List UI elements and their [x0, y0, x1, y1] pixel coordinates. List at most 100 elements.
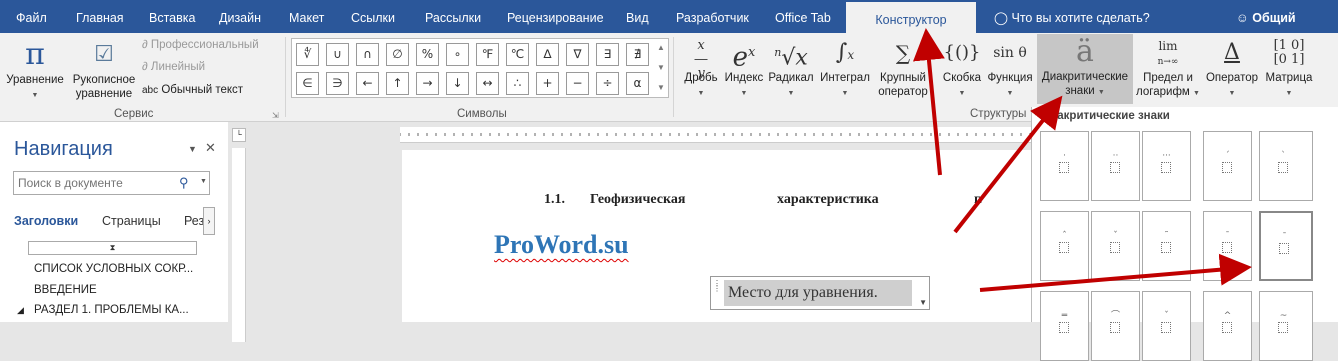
nav-tab-results[interactable]: Рез — [184, 214, 204, 228]
handwritten-equation-button[interactable]: ☑ Рукописное уравнение — [68, 37, 140, 101]
nav-search-box[interactable]: ⚲ ▼ — [13, 171, 210, 195]
symbol-button[interactable]: ↓ — [446, 72, 469, 95]
matrix-button[interactable]: [1 0] [0 1] Матрица ▼ — [1262, 35, 1316, 101]
tab-office-tab[interactable]: Office Tab — [775, 0, 831, 33]
accent-option[interactable]: ~ — [1259, 291, 1313, 361]
radical-button[interactable]: n√x Радикал ▼ — [766, 35, 816, 101]
more-icon[interactable]: ▼ — [657, 83, 665, 92]
nav-heading-item[interactable]: РАЗДЕЛ 1. ПРОБЛЕМЫ КА... — [34, 304, 189, 316]
equation-placeholder[interactable]: ⋮ ⋮ Место для уравнения. ▼ — [710, 276, 930, 310]
tab-file[interactable]: Файл — [16, 0, 47, 33]
tab-layout[interactable]: Макет — [289, 0, 324, 33]
symbol-button[interactable]: ↑ — [386, 72, 409, 95]
symbol-button[interactable]: ∇ — [566, 43, 589, 66]
symbol-button[interactable]: % — [416, 43, 439, 66]
accent-option[interactable]: ⌒ — [1091, 291, 1140, 361]
expand-triangle-icon[interactable]: ◢ — [17, 305, 24, 316]
symbol-button[interactable]: α — [626, 72, 649, 95]
bracket-button[interactable]: {()} Скобка ▼ — [938, 35, 986, 101]
symbol-button[interactable]: ∴ — [506, 72, 529, 95]
large-operator-button[interactable]: ∑ Крупный оператор — [874, 35, 932, 99]
symbol-button[interactable]: ∅ — [386, 43, 409, 66]
symbol-button[interactable]: ℉ — [476, 43, 499, 66]
drag-handle-icon[interactable]: ⋮ ⋮ — [713, 280, 721, 293]
accent-mark-icon: ═ — [1061, 311, 1068, 321]
accent-option[interactable]: ´ — [1203, 131, 1252, 201]
close-icon[interactable]: ✕ — [205, 140, 216, 156]
accent-option[interactable]: ··· — [1142, 131, 1191, 201]
symbol-button[interactable]: + — [536, 72, 559, 95]
tell-me-box[interactable]: ◯ Что вы хотите сделать? — [994, 0, 1150, 33]
brand-watermark: ProWord.su — [494, 230, 629, 259]
nav-tab-headings[interactable]: Заголовки — [14, 214, 78, 228]
symbol-button[interactable]: ∃ — [596, 43, 619, 66]
nav-tab-pages[interactable]: Страницы — [102, 214, 161, 228]
accent-button[interactable]: ä Диакритические знаки ▼ — [1037, 34, 1133, 104]
linear-button[interactable]: ∂ Линейный — [142, 61, 205, 73]
collapse-all-button[interactable]: ⧗ — [28, 241, 197, 255]
accent-option[interactable]: ═ — [1040, 291, 1089, 361]
heading-number: 1.1. — [544, 192, 565, 207]
symbol-button[interactable]: ← — [356, 72, 379, 95]
scroll-up-icon[interactable]: ▲ — [657, 43, 665, 52]
symbol-button[interactable]: ∈ — [296, 72, 319, 95]
chevron-down-icon[interactable]: ▼ — [919, 298, 927, 307]
fraction-button[interactable]: x ― y Дробь ▼ — [680, 35, 722, 101]
scroll-right-icon[interactable]: › — [203, 207, 215, 235]
symbol-button[interactable]: ÷ — [596, 72, 619, 95]
limit-log-button[interactable]: lim n→∞ Предел и логарифм ▼ — [1136, 35, 1200, 101]
accent-option[interactable]: · — [1040, 131, 1089, 201]
symbol-button[interactable]: → — [416, 72, 439, 95]
operator-button[interactable]: Δ Оператор ▼ — [1202, 35, 1262, 101]
group-label-symbols: Символы — [457, 108, 507, 120]
accent-option[interactable]: ^ — [1203, 291, 1252, 361]
accent-option[interactable]: ·· — [1091, 131, 1140, 201]
accent-option[interactable]: ˜ — [1142, 211, 1191, 281]
tab-mailings[interactable]: Рассылки — [425, 0, 481, 33]
function-button[interactable]: sin θ Функция ▼ — [984, 35, 1036, 101]
tab-selector[interactable]: └ — [232, 128, 246, 142]
symbol-button[interactable]: ℃ — [506, 43, 529, 66]
document-page[interactable]: 1.1. Геофизическая характеристика г. Pro… — [402, 150, 1031, 322]
accent-option[interactable]: ¯ — [1203, 211, 1252, 281]
symbol-button[interactable]: ∪ — [326, 43, 349, 66]
equation-button[interactable]: π Уравнение ▼ — [4, 37, 66, 103]
plain-text-button[interactable]: abc Обычный текст — [142, 84, 243, 96]
nav-heading-item[interactable]: ВВЕДЕНИЕ — [34, 284, 97, 296]
chevron-down-icon[interactable]: ▼ — [200, 178, 207, 185]
tab-view[interactable]: Вид — [626, 0, 649, 33]
symbol-button[interactable]: ∩ — [356, 43, 379, 66]
accent-option[interactable]: ˇ — [1091, 211, 1140, 281]
dialog-launcher-icon[interactable]: ⇲ — [272, 111, 279, 120]
symbol-button[interactable]: ∆ — [536, 43, 559, 66]
pane-options-icon[interactable]: ▼ — [188, 144, 197, 154]
symbol-button[interactable]: ∋ — [326, 72, 349, 95]
tab-review[interactable]: Рецензирование — [507, 0, 604, 33]
tab-home[interactable]: Главная — [76, 0, 124, 33]
equation-placeholder-text[interactable]: Место для уравнения. — [724, 280, 912, 306]
tab-constructor[interactable]: Конструктор — [846, 0, 976, 33]
chevron-down-icon: ▼ — [740, 90, 748, 97]
index-button[interactable]: ex Индекс ▼ — [722, 35, 766, 101]
symbol-button[interactable]: − — [566, 72, 589, 95]
symbol-button[interactable]: ∄ — [626, 43, 649, 66]
nav-search-input[interactable] — [18, 172, 168, 193]
symbol-button[interactable]: ∜ — [296, 43, 319, 66]
share-button[interactable]: ☺ Общий доступ — [1236, 0, 1338, 61]
accent-option[interactable]: ˆ — [1040, 211, 1089, 281]
accent-option[interactable]: ` — [1259, 131, 1313, 201]
symbol-button[interactable]: ↔ — [476, 72, 499, 95]
professional-button[interactable]: ∂ Профессиональный — [142, 39, 259, 51]
symbol-button[interactable]: ∘ — [446, 43, 469, 66]
accent-option[interactable]: ¯ — [1259, 211, 1313, 281]
integral-button[interactable]: ∫x Интеграл ▼ — [816, 35, 874, 101]
accent-option[interactable]: ˇ — [1142, 291, 1191, 361]
tab-design[interactable]: Дизайн — [219, 0, 261, 33]
nav-heading-item[interactable]: СПИСОК УСЛОВНЫХ СОКР... — [34, 263, 193, 275]
tab-developer[interactable]: Разработчик — [676, 0, 749, 33]
search-icon[interactable]: ⚲ — [179, 175, 189, 191]
tab-insert[interactable]: Вставка — [149, 0, 195, 33]
scroll-down-icon[interactable]: ▼ — [657, 63, 665, 72]
tab-references[interactable]: Ссылки — [351, 0, 395, 33]
placeholder-box-icon — [1278, 162, 1288, 173]
